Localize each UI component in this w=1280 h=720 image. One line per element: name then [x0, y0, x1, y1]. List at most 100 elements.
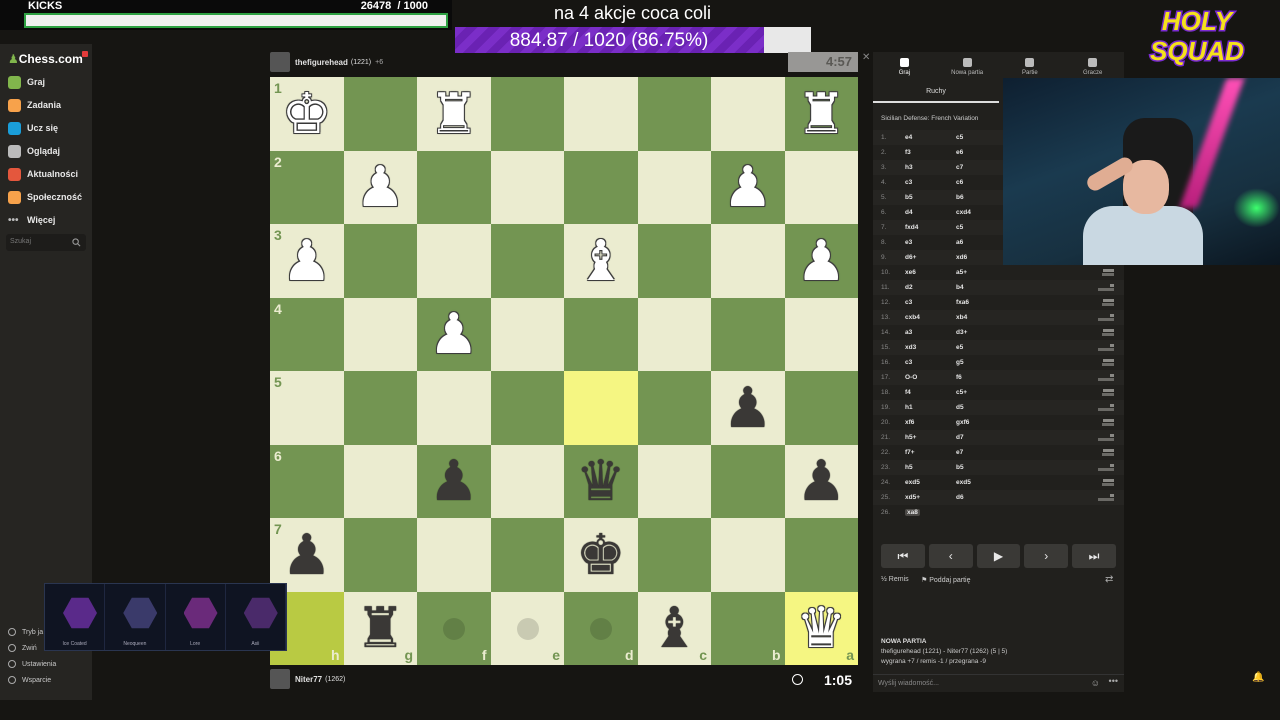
sidebar-item-graj[interactable]: Graj	[8, 74, 45, 90]
board-square[interactable]: ♜	[417, 77, 491, 151]
board-square[interactable]: ♜	[784, 77, 858, 151]
board-square[interactable]: ♟	[417, 297, 491, 372]
chess-piece[interactable]: ♚	[564, 518, 638, 592]
board-square[interactable]	[490, 444, 564, 518]
black-move[interactable]: e5	[956, 344, 963, 351]
black-move[interactable]: g5	[956, 359, 964, 366]
tab-ruchy[interactable]: Ruchy	[873, 88, 999, 103]
chess-piece[interactable]: ♝	[638, 592, 712, 666]
tab-graj[interactable]: Graj	[873, 52, 936, 82]
board-square[interactable]	[564, 297, 638, 371]
black-move[interactable]: fxa6	[956, 299, 969, 306]
chess-piece[interactable]: ♜	[417, 77, 491, 151]
black-move[interactable]: xb4	[956, 314, 967, 321]
white-move[interactable]: h5+	[905, 434, 916, 441]
move-hint[interactable]	[590, 617, 612, 640]
board-square[interactable]	[711, 297, 785, 371]
board-square[interactable]	[711, 518, 785, 592]
chess-piece[interactable]: ♟	[270, 224, 344, 298]
chess-piece[interactable]: ♟	[417, 445, 491, 519]
black-move[interactable]: xd6	[956, 254, 967, 261]
last-move-button[interactable]: ⏭	[1072, 544, 1116, 568]
board-square[interactable]: 3 ♟	[270, 224, 344, 298]
board-square[interactable]: g ♜	[343, 591, 418, 666]
board-square[interactable]	[490, 77, 564, 151]
board-square[interactable]	[343, 224, 417, 298]
board-square[interactable]: b	[711, 591, 785, 665]
board-square[interactable]	[637, 371, 711, 445]
white-move[interactable]: a3	[905, 329, 912, 336]
board-square[interactable]: 2	[270, 150, 344, 224]
sidebar-item-wsparcie[interactable]: Wsparcie	[8, 674, 51, 686]
chess-piece[interactable]: ♜	[344, 592, 418, 666]
chess-piece[interactable]: ♟	[785, 224, 859, 298]
board-square[interactable]	[343, 297, 417, 371]
board-square[interactable]	[343, 77, 417, 151]
board-square[interactable]	[637, 297, 711, 371]
board-square[interactable]	[784, 297, 858, 371]
board-square[interactable]	[490, 518, 564, 592]
sidebar-item-ogladaj[interactable]: Oglądaj	[8, 143, 60, 159]
white-move[interactable]: f3	[905, 149, 911, 156]
emoji-icon[interactable]: ☺	[1091, 678, 1100, 688]
board-square[interactable]	[490, 150, 564, 224]
black-move[interactable]: a6	[956, 239, 963, 246]
board-square[interactable]	[711, 444, 785, 518]
white-move[interactable]: c3	[905, 359, 912, 366]
chess-piece[interactable]: ♟	[711, 371, 785, 445]
more-icon[interactable]: •••	[1109, 676, 1118, 686]
black-move[interactable]: f6	[956, 374, 962, 381]
black-move[interactable]: cxd4	[956, 209, 971, 216]
board-square[interactable]	[417, 224, 491, 298]
board-square[interactable]: e	[490, 591, 564, 665]
close-icon[interactable]: ✕	[862, 52, 870, 63]
chess-piece[interactable]: ♟	[344, 151, 418, 225]
white-move[interactable]: c3	[905, 299, 912, 306]
board-square[interactable]	[417, 150, 491, 224]
black-move[interactable]: a5+	[956, 269, 967, 276]
chess-piece[interactable]: ♟	[417, 298, 491, 372]
white-move[interactable]: c3	[905, 179, 912, 186]
black-move[interactable]: c5	[956, 134, 963, 141]
white-move[interactable]: d4	[905, 209, 913, 216]
resign-button[interactable]: ⚑ Poddaj partię	[921, 576, 971, 584]
board-square[interactable]	[637, 77, 711, 151]
sidebar-item-tryb[interactable]: Tryb ja	[8, 626, 43, 638]
board-square[interactable]	[637, 224, 711, 298]
tab-nowa-partia[interactable]: Nowa partia	[936, 52, 999, 82]
chess-board[interactable]: 1♚♜♜2♟♟3♟♝♟4♟5♟6♟♛♟7♟♚8hg♜fedc♝ba♛	[270, 77, 858, 665]
white-move[interactable]: h1	[905, 404, 913, 411]
board-square[interactable]	[343, 444, 417, 518]
white-move[interactable]: h5	[905, 464, 913, 471]
sidebar-item-ucz-sie[interactable]: Ucz się	[8, 120, 58, 136]
black-move[interactable]: c6	[956, 179, 963, 186]
move-hint[interactable]	[516, 617, 539, 640]
board-square[interactable]: 1 ♚	[270, 77, 344, 151]
black-move[interactable]: d3+	[956, 329, 967, 336]
sidebar-item-wiecej[interactable]: ••• Więcej	[8, 212, 55, 228]
black-move[interactable]: e7	[956, 449, 963, 456]
sidebar-item-zwin[interactable]: Zwiń	[8, 642, 37, 654]
board-square[interactable]	[417, 371, 491, 445]
white-move[interactable]: d6+	[905, 254, 916, 261]
black-move[interactable]: gxf6	[956, 419, 969, 426]
top-player-name[interactable]: thefigurehead	[295, 58, 348, 67]
black-move[interactable]: exd5	[956, 479, 971, 486]
board-square[interactable]	[564, 150, 638, 224]
black-move[interactable]: b4	[956, 284, 964, 291]
white-move[interactable]: e3	[905, 239, 912, 246]
board-square[interactable]: a ♛	[784, 591, 858, 665]
board-square[interactable]: 7 ♟	[270, 518, 344, 592]
white-move[interactable]: xe6	[905, 269, 916, 276]
chess-piece[interactable]: ♟	[270, 518, 344, 592]
sidebar-item-aktualnosci[interactable]: Aktualności	[8, 166, 78, 182]
first-move-button[interactable]: ⏮	[881, 544, 925, 568]
chess-piece[interactable]: ♟	[785, 445, 859, 519]
board-square[interactable]: ♟	[784, 444, 859, 519]
board-square[interactable]	[490, 297, 564, 371]
chess-piece[interactable]: ♛	[564, 445, 638, 519]
chess-piece[interactable]: ♚	[270, 77, 344, 151]
white-move[interactable]: b5	[905, 194, 913, 201]
board-square[interactable]: f	[417, 591, 491, 665]
bottom-player-name[interactable]: Niter77	[295, 675, 322, 684]
